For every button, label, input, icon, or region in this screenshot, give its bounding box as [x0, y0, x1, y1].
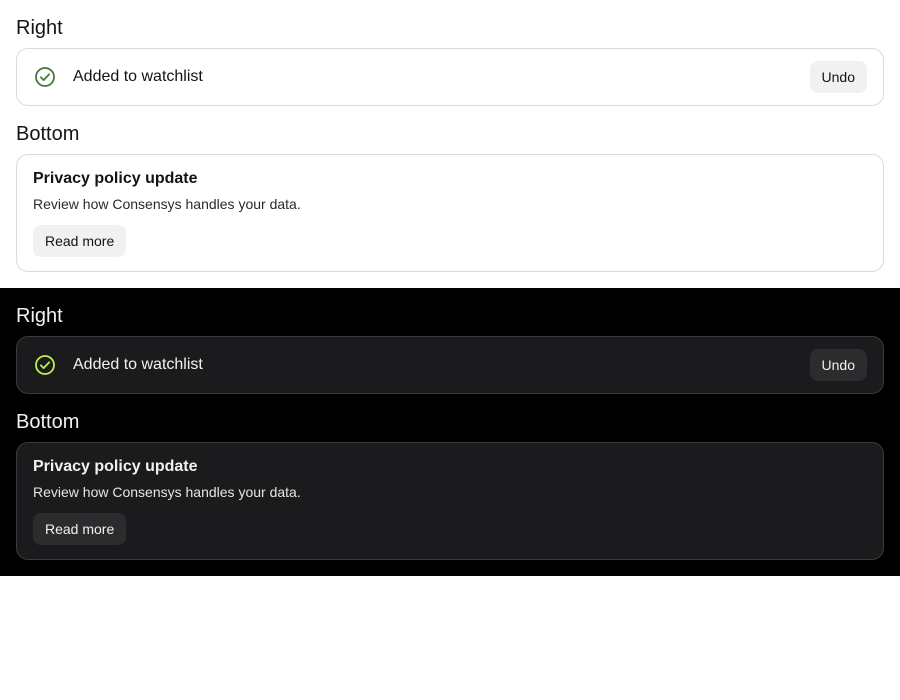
privacy-banner: Privacy policy update Review how Consens… — [16, 442, 884, 560]
banner-title: Privacy policy update — [33, 458, 198, 475]
privacy-banner: Privacy policy update Review how Consens… — [16, 154, 884, 272]
bottom-section-heading: Bottom — [16, 411, 80, 433]
dark-theme-section: Right Added to watchlist Undo Bottom Pri… — [0, 288, 900, 576]
undo-button[interactable]: Undo — [809, 61, 867, 93]
watchlist-toast: Added to watchlist Undo — [16, 336, 884, 394]
banner-title: Privacy policy update — [33, 170, 198, 187]
right-section-heading: Right — [16, 17, 63, 39]
banner-description: Review how Consensys handles your data. — [33, 484, 301, 500]
bottom-section-heading: Bottom — [16, 123, 80, 145]
watchlist-toast: Added to watchlist Undo — [16, 48, 884, 106]
check-circle-icon — [33, 65, 57, 89]
read-more-button[interactable]: Read more — [33, 225, 127, 257]
right-section-heading: Right — [16, 305, 63, 327]
light-theme-section: Right Added to watchlist Undo Bottom Pri… — [0, 0, 900, 288]
read-more-button[interactable]: Read more — [33, 513, 127, 545]
toast-message: Added to watchlist — [73, 356, 203, 373]
banner-description: Review how Consensys handles your data. — [33, 196, 301, 212]
toast-message: Added to watchlist — [73, 68, 203, 85]
check-circle-icon — [33, 353, 57, 377]
undo-button[interactable]: Undo — [809, 349, 867, 381]
